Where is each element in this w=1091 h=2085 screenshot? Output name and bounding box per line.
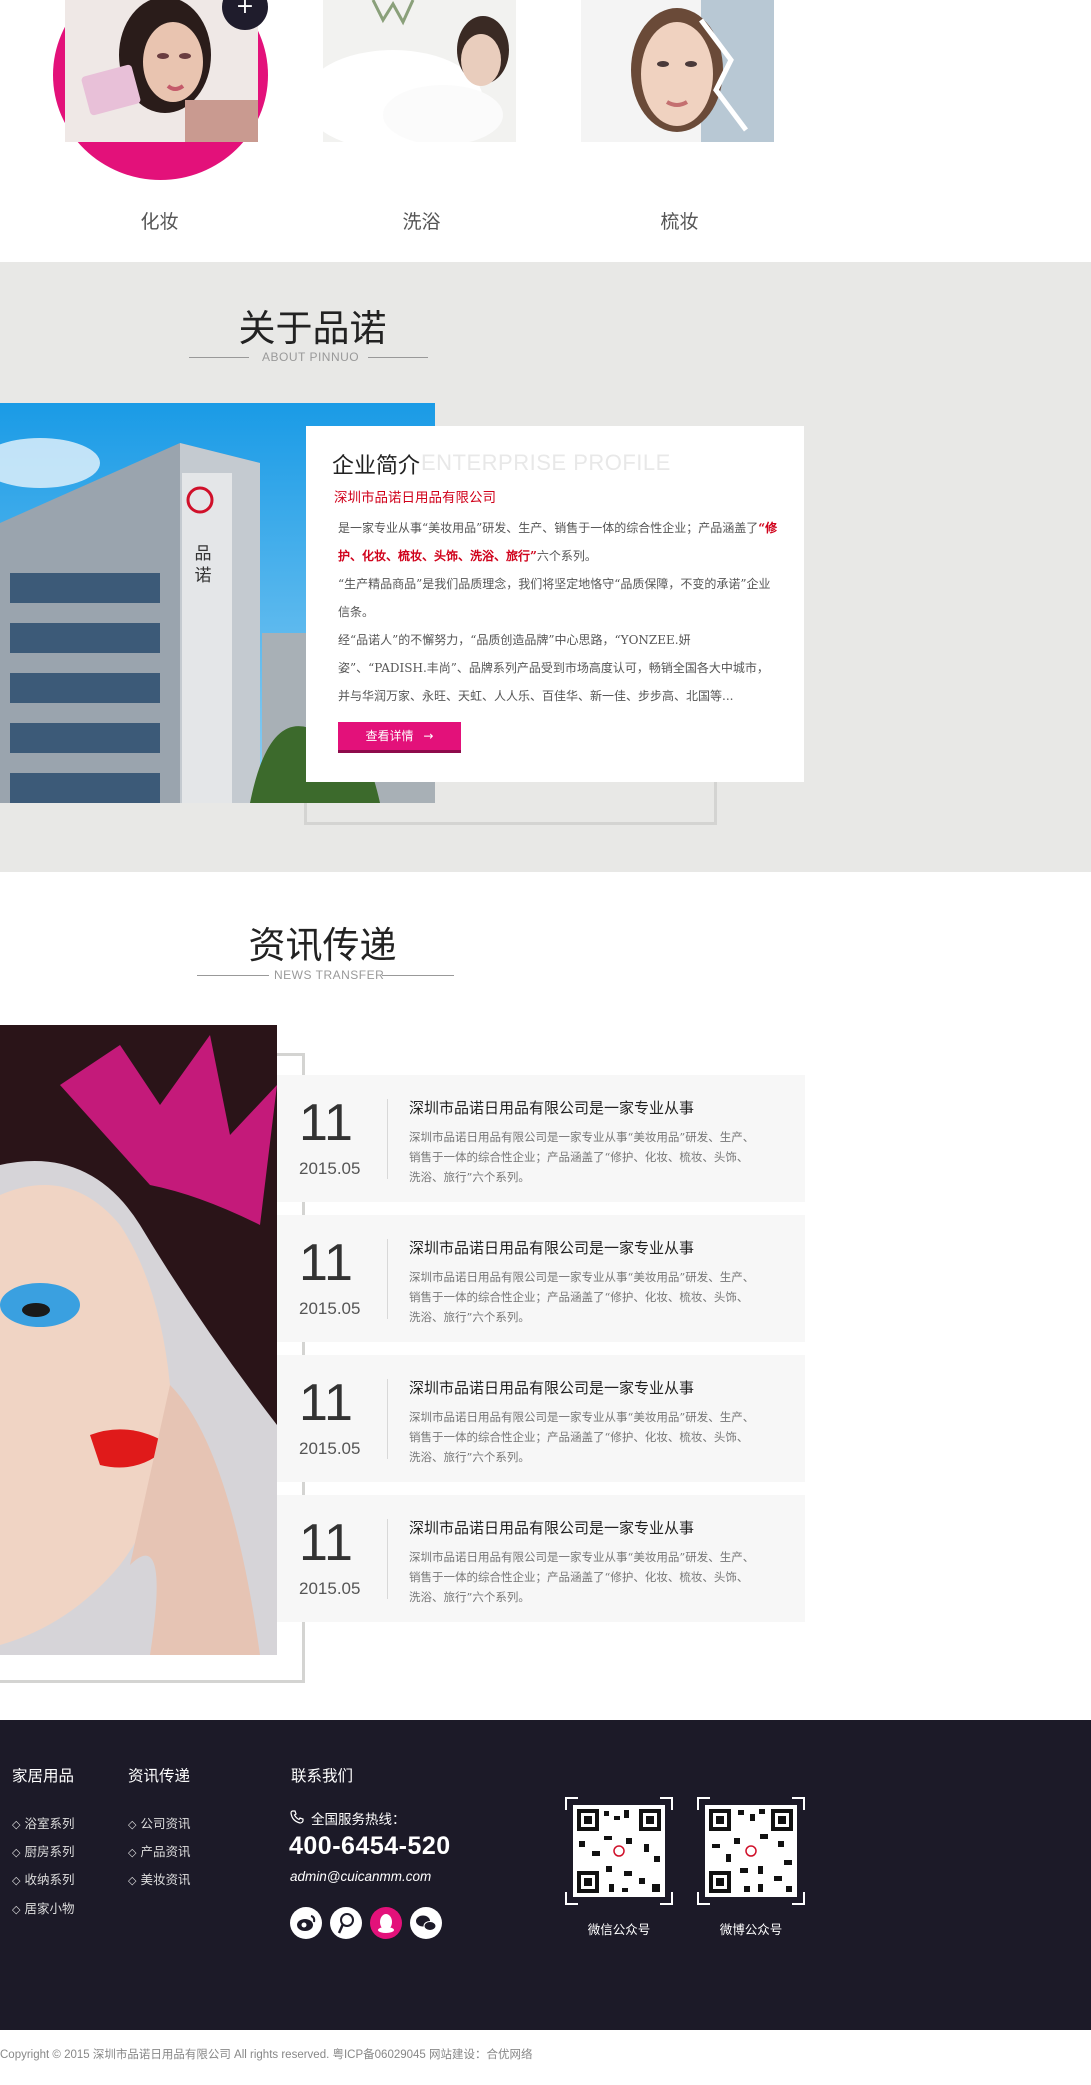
card-title: 企业简介 [332,454,421,479]
view-details-label: 查看详情 [365,729,414,743]
qq-icon[interactable] [370,1907,402,1939]
divider [387,1099,388,1179]
news-title: 资讯传递 [248,924,397,967]
news-subtitle: NEWS TRANSFER [274,968,385,982]
qr-label-wechat: 微信公众号 [587,1922,651,1937]
footer-link[interactable]: 美妆资讯 [128,1869,190,1888]
divider [368,357,428,358]
footer-link[interactable]: 浴室系列 [12,1813,74,1832]
news-model-photo [0,1025,277,1655]
news-date: 2015.05 [299,1299,361,1318]
news-description: 深圳市品诺日用品有限公司是一家专业从事“美妆用品”研发、生产、销售于一体的综合性… [409,1550,755,1604]
divider [197,975,269,976]
category-image-comb[interactable] [581,0,774,142]
about-card: ENTERPRISE PROFILE 企业简介 深圳市品诺日用品有限公司 是一家… [306,426,804,782]
category-image-bath[interactable] [323,0,516,142]
news-title[interactable]: 深圳市品诺日用品有限公司是一家专业从事 [409,1097,694,1118]
hotline-number: 400-6454-520 [289,1832,451,1860]
arrow-right-icon: → [423,729,434,743]
tencent-weibo-icon[interactable] [330,1907,362,1939]
qr-code-wechat [564,1796,674,1906]
news-date: 2015.05 [299,1439,361,1458]
footer: 家居用品 浴室系列 厨房系列 收纳系列 居家小物 资讯传递 公司资讯 产品资讯 … [0,1720,1091,2030]
phone-icon [290,1810,304,1824]
contact-email[interactable]: admin@cuicanmm.com [290,1869,431,1884]
footer-link[interactable]: 公司资讯 [128,1813,190,1832]
company-name: 深圳市品诺日用品有限公司 [334,490,496,506]
news-day: 11 [299,1094,353,1152]
card-watermark: ENTERPRISE PROFILE [421,450,671,475]
about-title: 关于品诺 [238,307,387,350]
news-day: 11 [299,1374,353,1432]
footer-link[interactable]: 收纳系列 [12,1869,74,1888]
qr-code-weibo [696,1796,806,1906]
qr-label-weibo: 微博公众号 [719,1922,783,1937]
about-text-line: 经“品诺人”的不懈努力，“品质创造品牌”中心思路，“YONZEE.妍姿”、“PA… [338,633,769,703]
weibo-icon[interactable] [290,1907,322,1939]
divider [387,1519,388,1599]
news-description: 深圳市品诺日用品有限公司是一家专业从事“美妆用品”研发、生产、销售于一体的综合性… [409,1130,755,1184]
about-text: 是一家专业从事“美妆用品”研发、生产、销售于一体的综合性企业；产品涵盖了“修护、… [338,514,778,710]
about-subtitle: ABOUT PINNUO [262,350,360,364]
hotline-label: 全国服务热线： [311,1812,406,1828]
news-date: 2015.05 [299,1579,361,1598]
divider [382,975,454,976]
copyright: Copyright © 2015 深圳市品诺日用品有限公司 All rights… [0,2049,533,2061]
footer-link[interactable]: 厨房系列 [12,1841,74,1860]
divider [387,1379,388,1459]
view-details-button[interactable]: 查看详情 → [338,722,461,750]
divider [387,1239,388,1319]
news-item[interactable]: 11 2015.05 深圳市品诺日用品有限公司是一家专业从事 深圳市品诺日用品有… [277,1495,805,1622]
news-item[interactable]: 11 2015.05 深圳市品诺日用品有限公司是一家专业从事 深圳市品诺日用品有… [277,1355,805,1482]
news-title[interactable]: 深圳市品诺日用品有限公司是一家专业从事 [409,1377,694,1398]
footer-heading-news: 资讯传递 [128,1767,191,1785]
news-description: 深圳市品诺日用品有限公司是一家专业从事“美妆用品”研发、生产、销售于一体的综合性… [409,1410,755,1464]
footer-heading-contact: 联系我们 [291,1767,354,1785]
news-title[interactable]: 深圳市品诺日用品有限公司是一家专业从事 [409,1237,694,1258]
category-label-bath[interactable]: 洗浴 [325,207,518,234]
news-title[interactable]: 深圳市品诺日用品有限公司是一家专业从事 [409,1517,694,1538]
news-description: 深圳市品诺日用品有限公司是一家专业从事“美妆用品”研发、生产、销售于一体的综合性… [409,1270,755,1324]
news-item[interactable]: 11 2015.05 深圳市品诺日用品有限公司是一家专业从事 深圳市品诺日用品有… [277,1215,805,1342]
footer-link[interactable]: 产品资讯 [128,1841,190,1860]
category-label-makeup[interactable]: 化妆 [63,207,256,234]
building-sign: 品诺 [194,544,212,586]
news-day: 11 [299,1234,353,1292]
category-label-comb[interactable]: 梳妆 [583,207,776,234]
footer-heading-home: 家居用品 [12,1767,75,1785]
news-day: 11 [299,1514,353,1572]
about-text-line: “生产精品商品”是我们品质理念，我们将坚定地恪守“品质保障，不变的承诺”企业信条… [338,577,771,619]
news-item[interactable]: 11 2015.05 深圳市品诺日用品有限公司是一家专业从事 深圳市品诺日用品有… [277,1075,805,1202]
divider [189,357,249,358]
news-date: 2015.05 [299,1159,361,1178]
about-text-line: 六个系列。 [536,549,597,563]
footer-link[interactable]: 居家小物 [12,1898,74,1917]
wechat-icon[interactable] [410,1907,442,1939]
about-text-line: 是一家专业从事“美妆用品”研发、生产、销售于一体的综合性企业；产品涵盖了 [338,521,759,535]
